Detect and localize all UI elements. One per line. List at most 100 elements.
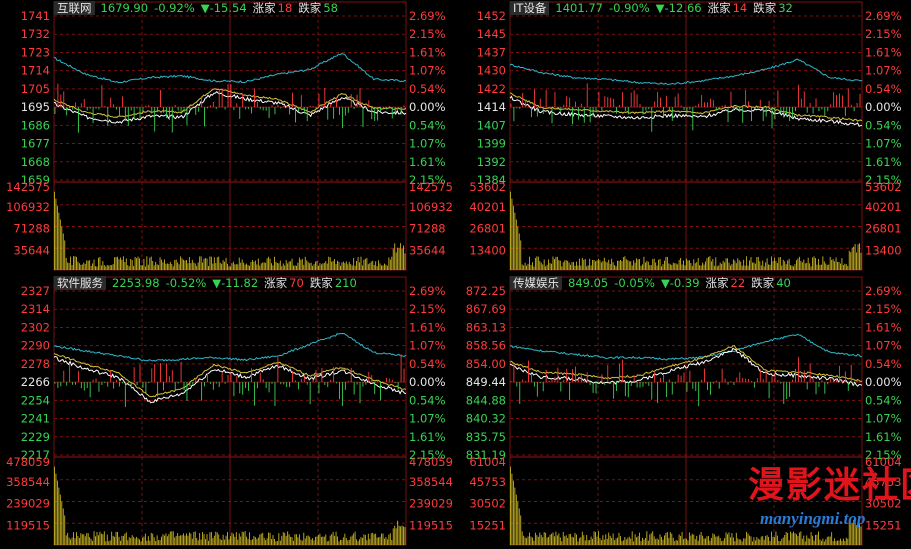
volume-bar [384, 263, 385, 270]
advancers-label: 涨家 [252, 1, 276, 15]
breadth-bar [280, 107, 282, 109]
volume-bar [400, 526, 402, 545]
breadth-bar [209, 105, 211, 108]
volume-bar [552, 256, 554, 270]
breadth-bar [642, 107, 644, 115]
breadth-bar [821, 107, 823, 110]
volume-bar [605, 261, 607, 270]
volume-bar [834, 538, 836, 545]
index-name[interactable]: 软件服务 [54, 276, 106, 290]
index-name[interactable]: 互联网 [54, 1, 95, 15]
index-pct-change: -0.52% [165, 276, 207, 290]
volume-bar [788, 258, 790, 270]
breadth-bar [221, 90, 223, 108]
decliners-label: 跌家 [753, 1, 777, 15]
breadth-bar [619, 105, 620, 108]
breadth-bar [107, 107, 109, 126]
volume-bar [797, 258, 799, 270]
volume-bar [338, 541, 340, 545]
volume-bar [666, 256, 668, 270]
breadth-bar [733, 107, 735, 109]
volume-bar [385, 536, 387, 545]
volume-bar [363, 259, 365, 270]
pct-tick-label: 0.00% [409, 375, 446, 389]
volume-bar [763, 539, 765, 545]
index-pct-change: -0.05% [614, 276, 655, 290]
volume-bar [332, 531, 334, 545]
volume-bar [700, 265, 702, 270]
volume-bar [612, 262, 614, 270]
breadth-bar [627, 382, 629, 398]
breadth-bar [98, 382, 100, 392]
volume-bar [213, 257, 215, 270]
price-tick-label: 1686 [21, 118, 50, 132]
breadth-bar [374, 382, 376, 394]
breadth-bar [183, 382, 185, 391]
volume-bar [80, 533, 82, 545]
index-panel[interactable]: 2327 2.69% 2314 2.15% 2302 1.61% 2290 1.07% 2278… [0, 275, 455, 547]
volume-bar [722, 260, 724, 270]
volume-bar [290, 536, 292, 545]
breadth-bar [748, 379, 749, 383]
breadth-bar [812, 378, 814, 383]
breadth-bar [300, 95, 302, 108]
breadth-bar [522, 92, 524, 108]
volume-bar [285, 535, 287, 545]
volume-bar [398, 247, 400, 270]
volume-bar [175, 259, 177, 270]
volume-bar [337, 536, 338, 545]
volume-bar [534, 532, 536, 545]
volume-bar [108, 541, 110, 545]
price-tick-label: 2266 [21, 375, 50, 389]
volume-bar [798, 256, 800, 270]
volume-bar [190, 263, 192, 270]
volume-bar [156, 264, 158, 270]
index-panel[interactable]: 1452 2.69% 1445 2.15% 1437 1.61% 1430 1.07% 1422… [456, 0, 911, 272]
breadth-bar [371, 375, 373, 383]
breadth-bar [777, 379, 779, 383]
index-panel[interactable]: 1741 2.69% 1732 2.15% 1723 1.61% 1714 1.07% 1705… [0, 0, 455, 272]
decliners-count: 32 [778, 1, 793, 15]
breadth-bar [519, 382, 521, 404]
volume-bar [568, 262, 570, 270]
volume-bar [103, 265, 105, 270]
volume-bar [532, 537, 533, 545]
index-name[interactable]: 传媒娱乐 [510, 276, 562, 290]
volume-bar [112, 264, 114, 270]
volume-bar [565, 260, 567, 270]
breadth-bar [262, 107, 264, 111]
volume-bar [576, 534, 577, 545]
breadth-bar [833, 92, 835, 108]
volume-bar [587, 540, 589, 545]
volume-bar [293, 265, 294, 270]
volume-bar [140, 541, 142, 545]
volume-bar [515, 494, 517, 545]
volume-bar [307, 535, 309, 545]
volume-bar [577, 541, 579, 545]
breadth-bar [259, 107, 261, 110]
volume-bar [700, 532, 702, 545]
volume-bar [237, 264, 239, 270]
volume-bar [644, 262, 646, 270]
volume-bar [812, 257, 814, 270]
volume-bar [164, 535, 165, 545]
volume-bar [218, 256, 220, 270]
breadth-bar [177, 382, 179, 384]
volume-bar [520, 240, 522, 270]
breadth-bar [341, 382, 343, 407]
volume-bar [187, 263, 189, 270]
volume-bar [757, 257, 759, 270]
breadth-bar [695, 105, 697, 108]
volume-bar [208, 540, 209, 545]
breadth-bar [724, 378, 726, 383]
volume-bar [778, 541, 780, 545]
volume-bar [177, 533, 179, 545]
volume-bar [395, 252, 397, 270]
volume-bar [150, 256, 152, 270]
volume-bar [829, 256, 831, 270]
volume-bar [378, 260, 380, 270]
index-name[interactable]: IT设备 [510, 1, 550, 15]
volume-bar [320, 536, 322, 545]
volume-bar [230, 536, 231, 545]
volume-bar [771, 256, 772, 270]
